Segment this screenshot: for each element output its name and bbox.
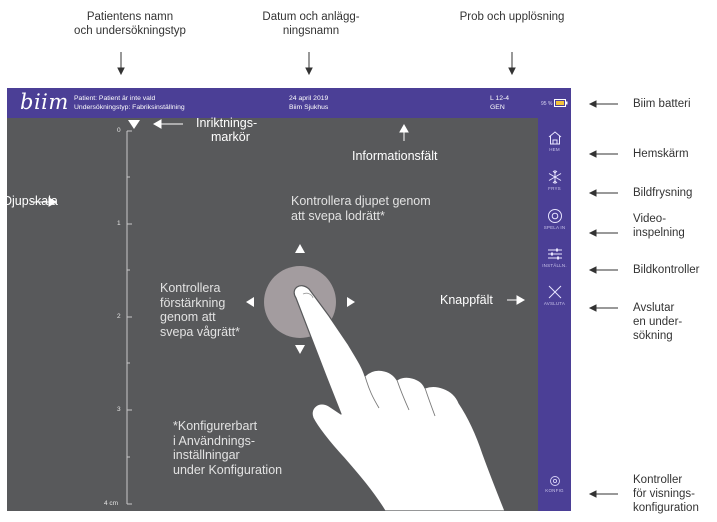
- freeze-label: FRYS: [548, 186, 561, 191]
- probe-model: L 12-4: [490, 95, 510, 102]
- callout-end: Avslutar en under- sökning: [633, 302, 683, 342]
- image-controls-button[interactable]: INSTÄLLN.: [538, 246, 571, 280]
- battery-icon: [554, 99, 568, 107]
- ultrasound-screen[interactable]: biim Patient: Patient är inte vald Under…: [7, 88, 571, 511]
- callout-freeze: Bildfrysning: [633, 187, 693, 199]
- display-config-label: KONFIG: [545, 488, 564, 493]
- record-label: SPELA IN: [543, 225, 566, 230]
- date-facility: 24 april 2019 Biim Sjukhus: [289, 94, 328, 112]
- biim-logo: biim: [20, 90, 69, 114]
- hand-icon: [293, 285, 506, 511]
- exam-date: 24 april 2019: [289, 95, 329, 102]
- exam-type: Undersökningstyp: Fabriksinställning: [74, 104, 185, 111]
- probe-mode: GEN: [490, 104, 505, 111]
- close-icon: [548, 285, 561, 299]
- callout-display-config: Kontroller för visnings- konfiguration: [633, 474, 699, 514]
- callout-battery: Biim batteri: [633, 98, 691, 110]
- record-icon: [547, 209, 562, 223]
- freeze-button[interactable]: FRYS: [538, 169, 571, 203]
- callout-home: Hemskärm: [633, 148, 689, 160]
- button-bar: HEM FRYS SPELA IN INSTÄLLN. AVSLUTA KONF…: [538, 118, 571, 511]
- probe-info: L 12-4 GEN: [490, 94, 509, 112]
- callout-video: Video- inspelning: [633, 213, 685, 239]
- callout-image-controls: Bildkontroller: [633, 264, 700, 276]
- record-button[interactable]: SPELA IN: [538, 208, 571, 242]
- snowflake-icon: [548, 170, 561, 184]
- home-icon: [548, 131, 561, 145]
- patient-name: Patient: Patient är inte vald: [74, 95, 156, 102]
- end-exam-label: AVSLUTA: [543, 301, 566, 306]
- callout-arrows-right: [588, 100, 618, 498]
- info-bar: biim Patient: Patient är inte vald Under…: [7, 88, 571, 118]
- battery-percent: 95 %: [541, 101, 553, 107]
- end-exam-button[interactable]: AVSLUTA: [538, 284, 571, 318]
- touch-gesture-illustration: [246, 244, 506, 511]
- patient-info[interactable]: Patient: Patient är inte vald Undersökni…: [74, 94, 185, 112]
- display-config-button[interactable]: KONFIG: [538, 475, 571, 509]
- home-button[interactable]: HEM: [538, 130, 571, 164]
- image-controls-label: INSTÄLLN.: [542, 263, 567, 268]
- gear-icon: [549, 476, 560, 486]
- home-label: HEM: [549, 147, 560, 152]
- sliders-icon: [547, 248, 562, 260]
- facility-name: Biim Sjukhus: [289, 104, 329, 111]
